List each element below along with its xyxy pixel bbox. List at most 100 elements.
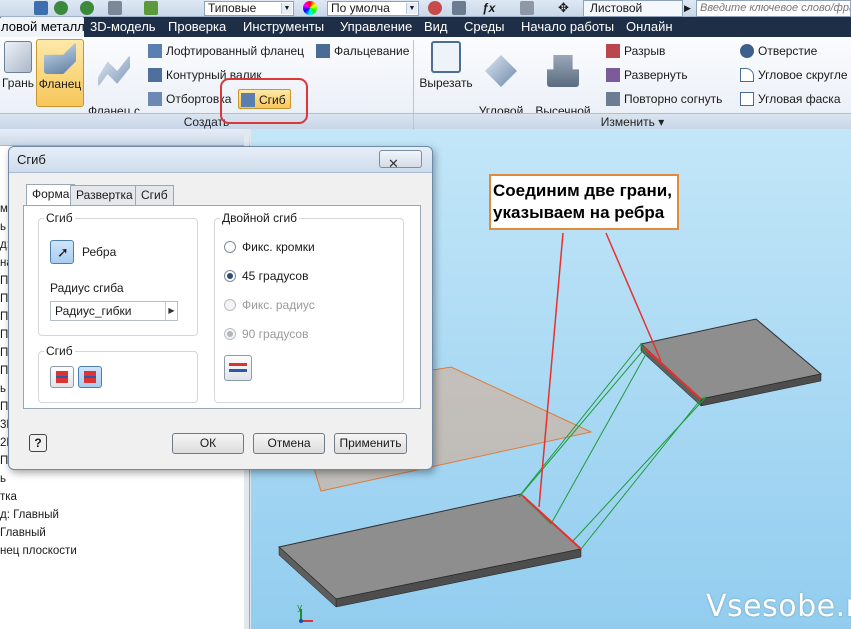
pan-icon[interactable]: ✥ xyxy=(558,1,572,15)
tab-tools[interactable]: Инструменты xyxy=(237,17,330,37)
face-icon xyxy=(4,41,32,73)
unfold-button[interactable]: Развернуть xyxy=(604,65,688,85)
radius-label: Радиус сгиба xyxy=(50,281,124,295)
select-icon[interactable] xyxy=(144,1,158,15)
material-combo-value: По умолча xyxy=(331,1,390,15)
face-button-label: Грань xyxy=(1,76,35,90)
cut-button-label: Вырезать xyxy=(419,76,473,90)
close-icon: ✕ xyxy=(388,156,399,171)
edges-select-button[interactable]: ➚ xyxy=(50,240,74,264)
shape-tab-page: Сгиб ➚ Ребра Радиус сгиба Радиус_гибки ▶… xyxy=(23,205,421,409)
corner-chamfer-icon xyxy=(740,92,754,106)
color-wheel-icon[interactable] xyxy=(303,1,317,15)
contour-roll-icon xyxy=(148,68,162,82)
modify-group-label[interactable]: Изменить ▾ xyxy=(414,113,851,129)
close-button[interactable]: ✕ xyxy=(379,150,422,171)
tab-unfold-options[interactable]: Развертка xyxy=(70,185,139,205)
tab-sheet-metal[interactable]: ловой металл xyxy=(0,17,85,37)
browser-tree-item[interactable]: д: Главный xyxy=(0,506,59,524)
browser-tree-item[interactable]: тка xyxy=(0,488,17,506)
undo-icon[interactable] xyxy=(54,1,68,15)
annotation-callout: Соединим две грани, указываем на ребра xyxy=(489,174,679,230)
bend-dialog: Сгиб ✕ Форма Развертка Сгиб Сгиб ➚ Ребра… xyxy=(8,146,433,470)
quick-access-toolbar: Типовые ▼ По умолча ▼ ƒx ✥ Листовой металл… xyxy=(0,0,851,30)
parameters-icon[interactable] xyxy=(520,1,534,15)
tab-view[interactable]: Вид xyxy=(418,17,454,37)
hole-button[interactable]: Отверстие xyxy=(738,41,817,61)
style-combo[interactable]: Типовые ▼ xyxy=(204,1,294,16)
corner-chamfer-label: Угловая фаска xyxy=(758,92,841,106)
browser-tree-item[interactable]: нец плоскости xyxy=(0,542,77,560)
unfold-icon xyxy=(606,68,620,82)
radius-dropdown[interactable]: Радиус_гибки ▶ xyxy=(50,301,178,321)
svg-text:y: y xyxy=(297,603,303,613)
corner-round-icon xyxy=(740,68,754,82)
flip-fixed-edge-button[interactable] xyxy=(224,355,252,381)
tab-inspect[interactable]: Проверка xyxy=(162,17,232,37)
apply-button[interactable]: Применить xyxy=(334,433,407,454)
style-combo-value: Типовые xyxy=(208,1,257,15)
fixed-radius-label: Фикс. радиус xyxy=(242,298,315,312)
browser-tree-item[interactable]: ь xyxy=(0,470,6,488)
flip-side-icon xyxy=(56,371,68,383)
rip-button[interactable]: Разрыв xyxy=(604,41,665,61)
flip-side-button[interactable] xyxy=(50,366,74,388)
measure-icon[interactable] xyxy=(452,1,466,15)
dialog-titlebar[interactable]: Сгиб ✕ xyxy=(9,147,432,173)
cut-button[interactable]: Вырезать xyxy=(418,41,474,90)
help-button[interactable]: ? xyxy=(29,434,47,452)
document-title: Листовой металл xyxy=(583,0,683,30)
fixed-edges-label: Фикс. кромки xyxy=(242,240,315,254)
ok-button[interactable]: ОК xyxy=(172,433,244,454)
flip-group-title: Сгиб xyxy=(44,344,75,358)
tab-online[interactable]: Онлайн xyxy=(620,17,679,37)
tab-environments[interactable]: Среды xyxy=(458,17,511,37)
browser-tree-item[interactable]: Главный xyxy=(0,524,46,542)
leader-line-right xyxy=(605,232,662,362)
axis-triad: y xyxy=(297,603,313,623)
tab-shape[interactable]: Форма xyxy=(26,184,76,206)
cancel-button[interactable]: Отмена xyxy=(253,433,325,454)
unfold-label: Развернуть xyxy=(624,68,688,82)
chevron-down-icon: ▼ xyxy=(406,3,417,14)
bend-highlight-annotation xyxy=(220,78,308,124)
save-icon[interactable] xyxy=(34,1,48,15)
tab-get-started[interactable]: Начало работы xyxy=(515,17,620,37)
fold-icon xyxy=(316,44,330,58)
fold-button[interactable]: Фальцевание xyxy=(314,41,409,61)
face-button[interactable]: Грань xyxy=(0,41,36,90)
hole-label: Отверстие xyxy=(758,44,818,58)
tab-manage[interactable]: Управление xyxy=(334,17,418,37)
punch-tool-icon xyxy=(547,55,579,87)
45-degrees-radio[interactable] xyxy=(224,270,236,282)
browser-tree-item[interactable]: ь xyxy=(0,218,6,236)
refold-button[interactable]: Повторно согнуть xyxy=(604,89,722,109)
fixed-radius-radio xyxy=(224,299,236,311)
contour-flange-icon xyxy=(98,55,130,87)
search-input[interactable]: Введите ключевое слово/фразу xyxy=(696,0,851,17)
corner-round-button[interactable]: Угловое скругле xyxy=(738,65,848,85)
hem-button[interactable]: Отбортовка xyxy=(146,89,231,109)
appearance-icon[interactable] xyxy=(428,1,442,15)
watermark-text: Vsesobe.ru xyxy=(706,589,851,624)
ribbon-panel: Грань Фланец Фланец с отгибом Лофтирован… xyxy=(0,37,851,132)
browser-tree-item[interactable]: ь xyxy=(0,380,6,398)
tab-3d-model[interactable]: 3D-модель xyxy=(84,17,162,37)
corner-chamfer-button[interactable]: Угловая фаска xyxy=(738,89,841,109)
corner-round-label: Угловое скругле xyxy=(758,68,848,82)
ribbon-tab-bar: ловой металл 3D-модель Проверка Инструме… xyxy=(0,17,851,37)
flip-direction-button[interactable] xyxy=(78,366,102,388)
flange-button[interactable]: Фланец xyxy=(36,39,84,107)
flip-direction-icon xyxy=(84,371,96,383)
function-icon[interactable]: ƒx xyxy=(482,1,496,15)
redo-icon[interactable] xyxy=(80,1,94,15)
home-icon[interactable] xyxy=(108,1,122,15)
rip-icon xyxy=(606,44,620,58)
material-combo[interactable]: По умолча ▼ xyxy=(327,1,419,16)
tab-bend-options[interactable]: Сгиб xyxy=(135,185,174,205)
chevron-down-icon: ▼ xyxy=(281,3,292,14)
lofted-flange-label: Лофтированный фланец xyxy=(166,44,304,58)
fixed-edges-radio[interactable] xyxy=(224,241,236,253)
flange-button-label: Фланец xyxy=(38,77,82,91)
lofted-flange-button[interactable]: Лофтированный фланец xyxy=(146,41,304,61)
